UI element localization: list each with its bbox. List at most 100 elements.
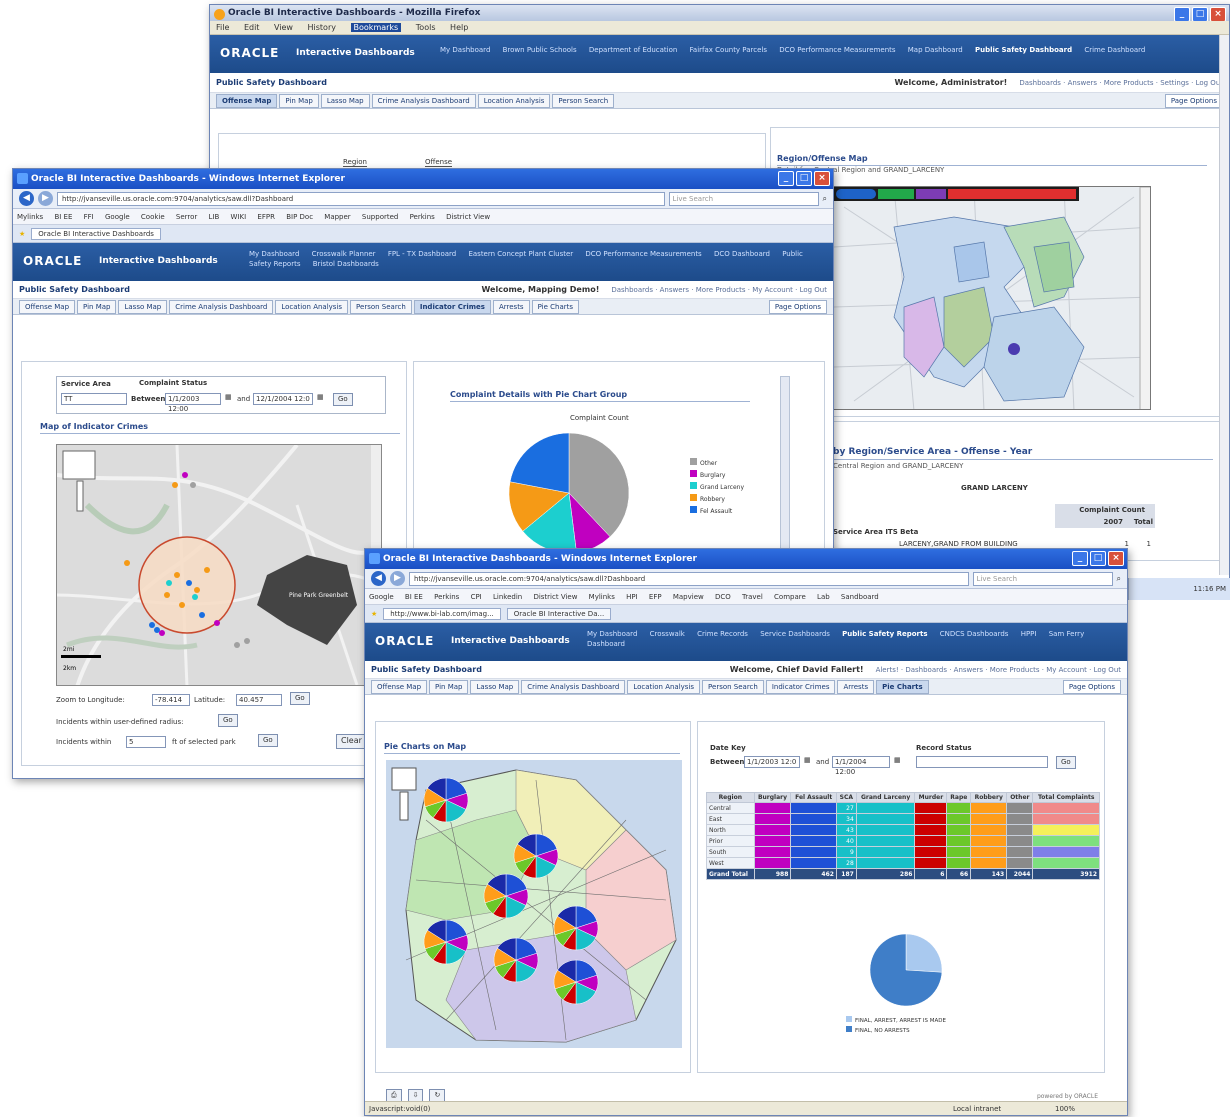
tab-arrests[interactable]: Arrests [837,679,875,694]
dashboard-link[interactable]: My Dashboard [587,630,637,638]
browser-tab[interactable]: Oracle BI Interactive Dashboards [31,227,161,240]
tab-crime-analysis[interactable]: Crime Analysis Dashboard [169,299,274,314]
tab-person-search[interactable]: Person Search [702,679,764,694]
map-pie-marker[interactable] [483,873,529,919]
tab-pin-map[interactable]: Pin Map [279,93,319,108]
favorite-link[interactable]: Sandboard [841,593,879,601]
tab-pin-map[interactable]: Pin Map [429,679,469,694]
page-options-button[interactable]: Page Options [1164,93,1223,108]
calendar-icon[interactable]: ▦ [317,393,324,401]
dashboard-link[interactable]: FPL - TX Dashboard [388,250,456,258]
park-go-button[interactable]: Go [258,734,278,747]
forward-icon[interactable]: ▶ [390,571,405,586]
dashboard-link[interactable]: Fairfax County Parcels [690,46,767,54]
tab-location-analysis[interactable]: Location Analysis [477,93,551,108]
dashboard-link[interactable]: Department of Education [589,46,677,54]
search-input[interactable]: Live Search [668,191,819,206]
back-icon[interactable]: ◀ [371,571,386,586]
menu-file[interactable]: File [216,23,229,32]
browser-tab[interactable]: http://www.bi-lab.com/imag... [383,607,501,620]
back-icon[interactable]: ◀ [19,191,34,206]
browser-tab[interactable]: Oracle BI Interactive Da... [506,607,612,620]
tab-lasso-map[interactable]: Lasso Map [470,679,520,694]
favorite-link[interactable]: Linkedin [493,593,522,601]
dashboard-link[interactable]: Bristol Dashboards [313,260,379,268]
minimize-button[interactable]: _ [1072,551,1088,566]
url-input[interactable]: http://jvanseville.us.oracle.com:9704/an… [57,191,665,206]
map-pie-marker[interactable] [423,777,469,823]
tab-offense-map[interactable]: Offense Map [216,93,278,108]
calendar-icon[interactable]: ▦ [894,756,901,764]
region-offense-map[interactable] [833,186,1151,410]
date-from-input[interactable]: 1/1/2003 12:0 [744,756,800,768]
column-header[interactable]: Total Complaints [1032,792,1100,803]
menu-tools[interactable]: Tools [416,23,436,32]
close-button[interactable]: × [1108,551,1124,566]
dashboard-link[interactable]: DCO Performance Measurements [779,46,895,54]
star-icon[interactable]: ★ [19,230,25,238]
menu-edit[interactable]: Edit [244,23,260,32]
dashboard-link[interactable]: Brown Public Schools [503,46,577,54]
clear-button[interactable]: Clear [336,734,367,749]
dashboard-link[interactable]: Crosswalk [650,630,685,638]
tab-lasso-map[interactable]: Lasso Map [118,299,168,314]
dashboard-link[interactable]: Sam Ferry [1049,630,1085,638]
indicator-crimes-map[interactable]: Pine Park Greenbelt 2mi 2km [56,444,382,686]
date-from-input[interactable]: 1/1/2003 12:00 [165,393,221,413]
favorite-link[interactable]: District View [446,213,490,221]
dashboard-link[interactable]: Public Safety Reports [842,630,927,638]
search-icon[interactable]: ⌕ [823,194,827,204]
map-pie-marker[interactable] [513,833,559,879]
dashboard-link[interactable]: DCO Performance Measurements [585,250,701,258]
forward-icon[interactable]: ▶ [38,191,53,206]
menu-bookmarks[interactable]: Bookmarks [350,23,402,32]
tab-pin-map[interactable]: Pin Map [77,299,117,314]
distance-input[interactable]: 5 [126,736,166,748]
date-to-input[interactable]: 1/1/2004 12:00 [832,756,890,776]
dashboard-link[interactable]: Eastern Concept Plant Cluster [468,250,573,258]
favorite-link[interactable]: Google [369,593,394,601]
menu-history[interactable]: History [308,23,336,32]
dashboard-link[interactable]: Crime Dashboard [1084,46,1145,54]
tab-offense-map[interactable]: Offense Map [371,679,428,694]
tab-location-analysis[interactable]: Location Analysis [627,679,701,694]
tab-arrests[interactable]: Arrests [492,299,530,314]
dashboard-link[interactable]: Map Dashboard [908,46,963,54]
menu-help[interactable]: Help [450,23,468,32]
tab-offense-map[interactable]: Offense Map [19,299,76,314]
record-status-select[interactable] [916,756,1048,768]
calendar-icon[interactable]: ▦ [804,756,811,764]
dashboard-link[interactable]: DCO Dashboard [714,250,770,258]
service-area-select[interactable]: TT [61,393,127,405]
minimize-button[interactable]: _ [778,171,794,186]
favorite-link[interactable]: Mylinks [17,213,43,221]
dashboard-link[interactable]: My Dashboard [440,46,490,54]
tab-person-search[interactable]: Person Search [552,93,615,108]
longitude-input[interactable]: -78.414 [152,694,190,706]
search-input[interactable]: Live Search [972,571,1113,586]
favorite-link[interactable]: Mapview [673,593,704,601]
map-pie-marker[interactable] [493,937,539,983]
pie-charts-map[interactable] [386,760,682,1048]
dashboard-link[interactable]: Service Dashboards [760,630,830,638]
favorite-link[interactable]: Mylinks [589,593,615,601]
column-header[interactable]: SCA [835,792,857,803]
favorite-link[interactable]: DCO [715,593,731,601]
complaint-pie-chart[interactable] [504,428,634,558]
menu-view[interactable]: View [274,23,293,32]
search-icon[interactable]: ⌕ [1117,574,1121,584]
star-icon[interactable]: ★ [371,610,377,618]
radius-go-button[interactable]: Go [218,714,238,727]
page-options-button[interactable]: Page Options [768,299,827,314]
header-links[interactable]: Dashboards · Answers · More Products · S… [1019,79,1223,87]
favorite-link[interactable]: BI EE [405,593,423,601]
favorite-link[interactable]: BIP Doc [286,213,313,221]
favorite-link[interactable]: HPI [626,593,638,601]
favorite-link[interactable]: CPI [471,593,482,601]
latitude-input[interactable]: 40.457 [236,694,282,706]
panel-scrollbar[interactable] [780,376,790,556]
dashboard-link[interactable]: My Dashboard [249,250,299,258]
scrollbar[interactable] [1219,35,1229,575]
tab-indicator-crimes[interactable]: Indicator Crimes [413,299,491,314]
favorite-link[interactable]: Mapper [324,213,350,221]
